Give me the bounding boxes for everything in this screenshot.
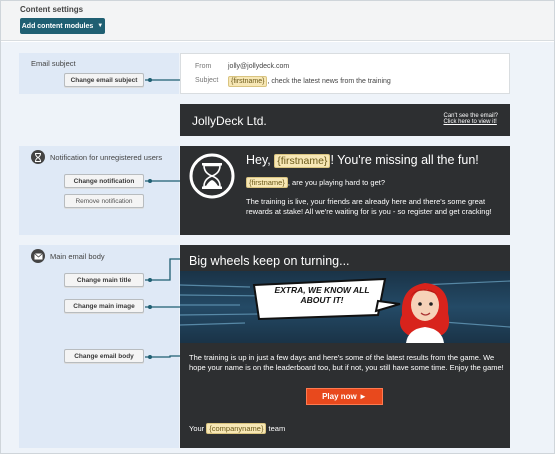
company-name: JollyDeck Ltd. bbox=[192, 114, 267, 128]
subject-module-label: Email subject bbox=[31, 59, 76, 68]
notification-module-label: Notification for unregistered users bbox=[50, 153, 163, 162]
envelope-icon bbox=[31, 249, 45, 263]
notification-module-panel: Notification for unregistered users Chan… bbox=[19, 146, 179, 235]
email-header-preview: From jolly@jollydeck.com Subject {firstn… bbox=[180, 53, 510, 94]
from-value: jolly@jollydeck.com bbox=[228, 63, 290, 70]
notification-title-post: ! You're missing all the fun! bbox=[330, 153, 479, 167]
view-online-link[interactable]: Click here to view it! bbox=[443, 119, 498, 125]
companyname-tag: {companyname} bbox=[206, 423, 267, 434]
email-body-text: The training is up in just a few days an… bbox=[189, 353, 504, 372]
hourglass-badge-icon bbox=[189, 153, 235, 199]
main-body-module-label: Main email body bbox=[50, 252, 105, 261]
notification-title-pre: Hey, bbox=[246, 153, 275, 167]
from-label: From bbox=[195, 63, 212, 70]
notification-preview: Hey, {firstname}! You're missing all the… bbox=[180, 146, 510, 235]
team-pre: Your bbox=[189, 424, 207, 433]
change-main-title-button[interactable]: Change main title bbox=[64, 273, 144, 287]
firstname-tag: {firstname} bbox=[228, 76, 268, 87]
remove-notification-button[interactable]: Remove notification bbox=[64, 194, 144, 208]
firstname-tag: {firstname} bbox=[274, 154, 331, 168]
notification-line-1: {firstname}, are you playing hard to get… bbox=[246, 177, 385, 188]
subject-text: , check the latest news from the trainin… bbox=[267, 78, 391, 85]
team-post: team bbox=[266, 424, 286, 433]
banner-speedlines bbox=[180, 277, 510, 343]
play-now-button[interactable]: Play now ► bbox=[306, 388, 383, 405]
notification-title: Hey, {firstname}! You're missing all the… bbox=[246, 153, 479, 168]
cartoon-character-icon bbox=[400, 283, 450, 343]
notification-line-2: The training is live, your friends are a… bbox=[246, 197, 492, 216]
hourglass-icon bbox=[31, 150, 45, 164]
firstname-tag: {firstname} bbox=[246, 177, 288, 188]
cant-see-email: Can't see the email? Click here to view … bbox=[443, 113, 498, 125]
email-company-header: JollyDeck Ltd. Can't see the email? Clic… bbox=[180, 104, 510, 136]
main-body-preview: Big wheels keep on turning... EXTRA, WE … bbox=[180, 245, 510, 448]
top-bar: Content settings Add content modules ▼ bbox=[1, 1, 554, 41]
team-signature: Your {companyname} team bbox=[189, 423, 285, 434]
add-content-modules-label: Add content modules bbox=[21, 22, 94, 30]
add-content-modules-button[interactable]: Add content modules ▼ bbox=[20, 18, 105, 34]
change-email-body-button[interactable]: Change email body bbox=[64, 349, 144, 363]
notification-line-1-text: , are you playing hard to get? bbox=[287, 178, 386, 187]
main-body-module-panel: Main email body Change main title Change… bbox=[19, 245, 179, 448]
change-notification-button[interactable]: Change notification bbox=[64, 174, 144, 188]
main-image-banner: EXTRA, WE KNOW ALL ABOUT IT! bbox=[180, 271, 510, 343]
change-email-subject-button[interactable]: Change email subject bbox=[64, 73, 144, 87]
change-main-image-button[interactable]: Change main image bbox=[64, 299, 144, 313]
banner-bubble-text: EXTRA, WE KNOW ALL ABOUT IT! bbox=[274, 285, 370, 305]
caret-down-icon: ▼ bbox=[97, 23, 104, 29]
subject-module-panel: Email subject Change email subject bbox=[19, 53, 179, 94]
subject-value: {firstname}, check the latest news from … bbox=[228, 76, 391, 87]
page-title: Content settings bbox=[20, 5, 84, 14]
subject-label: Subject bbox=[195, 77, 219, 84]
main-title: Big wheels keep on turning... bbox=[189, 254, 350, 268]
